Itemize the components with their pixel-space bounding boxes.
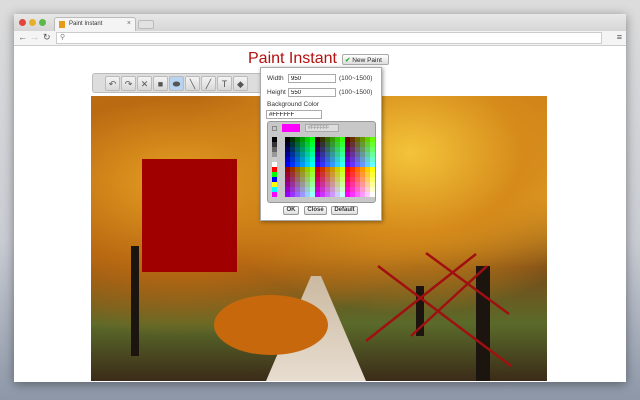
reload-icon[interactable]: ↻ xyxy=(43,32,51,43)
color-hex-display: #FFFFFF xyxy=(305,124,339,132)
new-paint-dialog: Width (100~1500) Height (100~1500) Backg… xyxy=(260,67,382,221)
default-button[interactable]: Default xyxy=(331,206,358,215)
tab-close-icon[interactable]: × xyxy=(127,20,131,27)
color-cell[interactable] xyxy=(370,192,375,197)
line-tool-button[interactable]: ╲ xyxy=(185,76,200,91)
tab-title: Paint Instant xyxy=(69,21,103,27)
background-color-label: Background Color xyxy=(267,101,320,108)
clear-icon: ✕ xyxy=(140,79,149,89)
page-title: Paint Instant xyxy=(248,50,337,67)
text-tool-button[interactable]: T xyxy=(217,76,232,91)
pencil-icon: ╱ xyxy=(205,79,212,89)
tab-paint-instant[interactable]: Paint Instant × xyxy=(54,17,136,31)
redo-icon: ↷ xyxy=(124,79,133,89)
height-label: Height xyxy=(267,89,286,96)
red-rectangle[interactable] xyxy=(142,159,237,272)
ok-button[interactable]: OK xyxy=(283,206,299,215)
new-paint-label: New Paint xyxy=(352,57,382,64)
height-range: (100~1500) xyxy=(339,89,373,96)
browser-toolbar: ← → ↻ ⚲ ≡ xyxy=(14,31,626,46)
close-button[interactable]: Close xyxy=(304,206,327,215)
height-input[interactable] xyxy=(288,88,336,97)
basic-colors-column[interactable] xyxy=(272,137,277,197)
eraser-icon: ◆ xyxy=(237,79,244,89)
transparent-checkbox[interactable] xyxy=(272,126,277,131)
color-cell[interactable] xyxy=(272,192,277,197)
favicon-icon xyxy=(59,21,65,28)
orange-ellipse[interactable] xyxy=(214,295,328,355)
redo-tool-button[interactable]: ↷ xyxy=(121,76,136,91)
drawing-toolbar: ↶ ↷ ✕ ■ ⬬ ╲ ╱ T ◆ xyxy=(92,73,262,93)
line-icon: ╲ xyxy=(189,79,196,89)
rectangle-icon: ■ xyxy=(157,79,164,89)
rectangle-tool-button[interactable]: ■ xyxy=(153,76,168,91)
pencil-tool-button[interactable]: ╱ xyxy=(201,76,216,91)
browser-window: Paint Instant × ← → ↻ ⚲ ≡ Paint Instant ✔… xyxy=(14,14,626,382)
text-icon: T xyxy=(221,79,228,89)
ellipse-tool-button[interactable]: ⬬ xyxy=(169,76,184,91)
undo-tool-button[interactable]: ↶ xyxy=(105,76,120,91)
red-cross-lines[interactable] xyxy=(365,251,512,367)
menu-icon[interactable]: ≡ xyxy=(617,32,622,42)
check-icon: ✔ xyxy=(345,57,351,64)
eraser-tool-button[interactable]: ◆ xyxy=(233,76,248,91)
forward-icon[interactable]: → xyxy=(30,32,39,42)
maximize-window-button[interactable] xyxy=(39,19,46,26)
selected-color-swatch xyxy=(282,124,300,132)
page: Paint Instant ✔ New Paint ↶ ↷ ✕ ■ ⬬ ╲ ╱ T ◆ Widt… xyxy=(14,46,626,382)
new-paint-button[interactable]: ✔ New Paint xyxy=(342,54,389,65)
width-input[interactable] xyxy=(288,74,336,83)
color-grid[interactable] xyxy=(285,137,375,197)
background-color-input[interactable] xyxy=(266,110,322,119)
undo-icon: ↶ xyxy=(108,79,117,89)
search-icon: ⚲ xyxy=(60,34,66,41)
tab-bar: Paint Instant × xyxy=(14,14,626,31)
width-label: Width xyxy=(267,75,284,82)
clear-tool-button[interactable]: ✕ xyxy=(137,76,152,91)
close-window-button[interactable] xyxy=(19,19,26,26)
back-icon[interactable]: ← xyxy=(18,32,27,42)
color-picker: #FFFFFF xyxy=(267,121,376,203)
address-bar[interactable]: ⚲ xyxy=(56,32,602,44)
width-range: (100~1500) xyxy=(339,75,373,82)
new-tab-button[interactable] xyxy=(138,20,154,29)
minimize-window-button[interactable] xyxy=(29,19,36,26)
ellipse-icon: ⬬ xyxy=(172,79,181,89)
